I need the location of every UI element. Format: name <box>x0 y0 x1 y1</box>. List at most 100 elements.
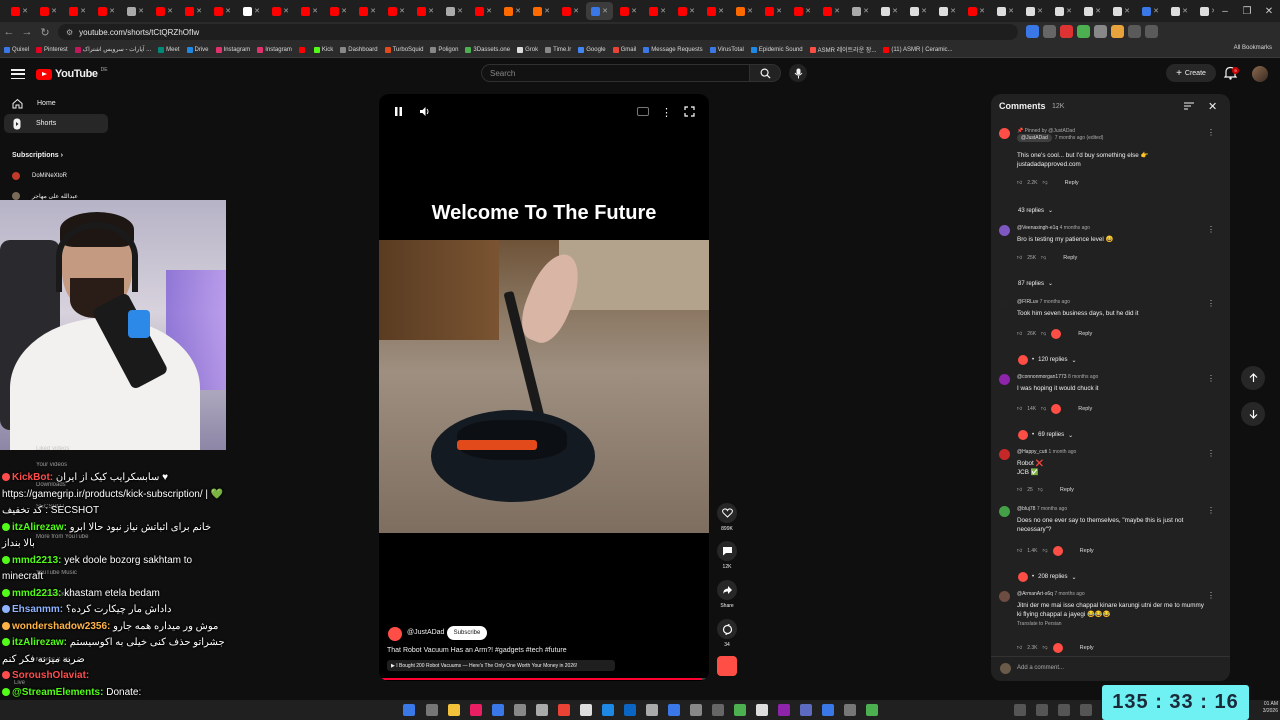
extension-icon[interactable] <box>1077 25 1090 38</box>
browser-tab[interactable]: ✕ <box>499 2 526 20</box>
channel-avatar[interactable] <box>388 627 402 641</box>
volume-icon[interactable] <box>419 106 431 117</box>
subscriptions-heading[interactable]: Subscriptions › <box>12 152 63 159</box>
taskbar-app-icon[interactable] <box>668 704 680 716</box>
close-tab-icon[interactable]: ✕ <box>1124 7 1130 15</box>
video-frame[interactable] <box>379 240 709 533</box>
bookmark-item[interactable]: TurboSquid <box>384 46 423 53</box>
close-tab-icon[interactable]: ✕ <box>544 7 550 15</box>
bookmark-item[interactable]: Pinterest <box>36 46 68 53</box>
thumbs-down-icon[interactable]: 👎︎ <box>1041 331 1046 337</box>
browser-tab[interactable]: ✕ <box>325 2 352 20</box>
close-tab-icon[interactable]: ✕ <box>979 7 985 15</box>
close-tab-icon[interactable]: ✕ <box>22 7 28 15</box>
bookmark-item[interactable]: Time.lr <box>545 46 571 53</box>
close-tab-icon[interactable]: ✕ <box>399 7 405 15</box>
channel-name[interactable]: @JustADad <box>407 629 444 636</box>
extension-icon[interactable] <box>1094 25 1107 38</box>
browser-tab[interactable]: ✕ <box>731 2 758 20</box>
browser-tab[interactable]: ✕ <box>122 2 149 20</box>
browser-tab[interactable]: ✕ <box>238 2 265 20</box>
commenter-avatar[interactable] <box>999 299 1010 310</box>
taskbar-app-icon[interactable] <box>624 704 636 716</box>
browser-tab[interactable]: ✕ <box>412 2 439 20</box>
address-bar[interactable]: ⚙ youtube.com/shorts/tCtQRZhOfIw <box>58 24 1018 40</box>
browser-tab[interactable]: ✕ <box>441 2 468 20</box>
bookmark-item[interactable] <box>298 46 307 53</box>
maximize-icon[interactable]: ❐ <box>1236 6 1258 17</box>
bookmark-item[interactable]: Gmail <box>612 46 636 53</box>
thumbs-up-icon[interactable]: 👍︎ <box>1017 487 1022 493</box>
close-tab-icon[interactable]: ✕ <box>1095 7 1101 15</box>
taskbar-app-icon[interactable] <box>1080 704 1092 716</box>
close-tab-icon[interactable]: ✕ <box>138 7 144 15</box>
reply-button[interactable]: Reply <box>1060 487 1074 493</box>
close-tab-icon[interactable]: ✕ <box>1182 7 1188 15</box>
progress-bar[interactable] <box>379 678 709 680</box>
bookmark-item[interactable]: Drive <box>186 46 209 53</box>
view-replies-button[interactable]: • 120 replies ⌄ <box>1018 355 1077 365</box>
taskbar-app-icon[interactable] <box>778 704 790 716</box>
browser-tab[interactable]: ✕ <box>1137 2 1164 20</box>
thumbs-up-icon[interactable]: 👍︎ <box>1017 406 1022 412</box>
close-icon[interactable]: ✕ <box>1208 100 1217 113</box>
comment-author[interactable]: @ArmanArt-s6q <box>1017 591 1054 597</box>
taskbar-app-icon[interactable] <box>1036 704 1048 716</box>
browser-tab[interactable]: ✕ <box>992 2 1019 20</box>
extension-icon[interactable] <box>1043 25 1056 38</box>
more-options-icon[interactable]: ⋮ <box>661 106 672 119</box>
taskbar-app-icon[interactable] <box>492 704 504 716</box>
close-tab-icon[interactable]: ✕ <box>747 7 753 15</box>
subscribe-button[interactable]: Subscribe <box>447 626 487 640</box>
bookmark-item[interactable]: VirusTotal <box>709 46 744 53</box>
close-tab-icon[interactable]: ✕ <box>805 7 811 15</box>
browser-tab[interactable]: ✕ <box>528 2 555 20</box>
taskbar-app-icon[interactable] <box>844 704 856 716</box>
view-replies-button[interactable]: 43 replies ⌄ <box>1018 207 1053 215</box>
reply-button[interactable]: Reply <box>1063 255 1077 261</box>
bookmark-item[interactable]: Message Requests <box>643 46 703 53</box>
extension-icon[interactable] <box>1111 25 1124 38</box>
browser-tab[interactable]: ✕ <box>470 2 497 20</box>
browser-tab[interactable]: ✕ <box>934 2 961 20</box>
browser-tab[interactable]: ✕ <box>847 2 874 20</box>
browser-tab[interactable]: ✕ <box>354 2 381 20</box>
bookmark-item[interactable]: Meet <box>158 46 180 53</box>
close-tab-icon[interactable]: ✕ <box>283 7 289 15</box>
remix-button[interactable]: 34 <box>716 619 738 648</box>
related-video-link[interactable]: ▶ I Bought 200 Robot Vacuums — Here's Th… <box>387 660 615 671</box>
bookmark-item[interactable]: Instagram <box>257 46 292 53</box>
reply-button[interactable]: Reply <box>1065 180 1079 186</box>
commenter-avatar[interactable] <box>999 449 1010 460</box>
close-tab-icon[interactable]: ✕ <box>167 7 173 15</box>
translate-link[interactable]: Translate to Persian <box>1017 621 1062 627</box>
reply-button[interactable]: Reply <box>1080 645 1094 651</box>
browser-tab[interactable]: ✕ <box>644 2 671 20</box>
close-tab-icon[interactable]: ✕ <box>573 7 579 15</box>
view-replies-button[interactable]: 87 replies ⌄ <box>1018 280 1053 288</box>
browser-tab[interactable]: ✕ <box>35 2 62 20</box>
author-chip[interactable]: @JustADad <box>1017 134 1052 142</box>
bookmark-item[interactable]: Epidemic Sound <box>750 46 803 53</box>
menu-icon[interactable] <box>11 67 25 81</box>
close-tab-icon[interactable]: ✕ <box>631 7 637 15</box>
view-replies-button[interactable]: • 208 replies ⌄ <box>1018 572 1077 582</box>
taskbar-app-icon[interactable] <box>800 704 812 716</box>
forward-icon[interactable]: → <box>18 26 36 38</box>
browser-tab[interactable]: ✕ <box>1108 2 1135 20</box>
close-tab-icon[interactable]: ✕ <box>921 7 927 15</box>
reload-icon[interactable]: ↻ <box>36 26 54 39</box>
close-tab-icon[interactable]: ✕ <box>225 7 231 15</box>
subscription-item[interactable]: DoMiNeXtoR <box>12 172 67 180</box>
thumbs-down-icon[interactable]: 👎︎ <box>1043 548 1048 554</box>
comment-author[interactable]: @Happy_cuti <box>1017 449 1048 455</box>
close-tab-icon[interactable]: ✕ <box>892 7 898 15</box>
close-tab-icon[interactable]: ✕ <box>602 7 608 15</box>
comment-options-icon[interactable]: ⋮ <box>1207 128 1215 137</box>
close-tab-icon[interactable]: ✕ <box>486 7 492 15</box>
browser-tab[interactable]: ✕ <box>615 2 642 20</box>
extension-icon[interactable] <box>1026 25 1039 38</box>
start-menu-icon[interactable] <box>403 704 415 716</box>
voice-search-button[interactable] <box>789 64 807 82</box>
thumbs-up-icon[interactable]: 👍︎ <box>1017 255 1022 261</box>
